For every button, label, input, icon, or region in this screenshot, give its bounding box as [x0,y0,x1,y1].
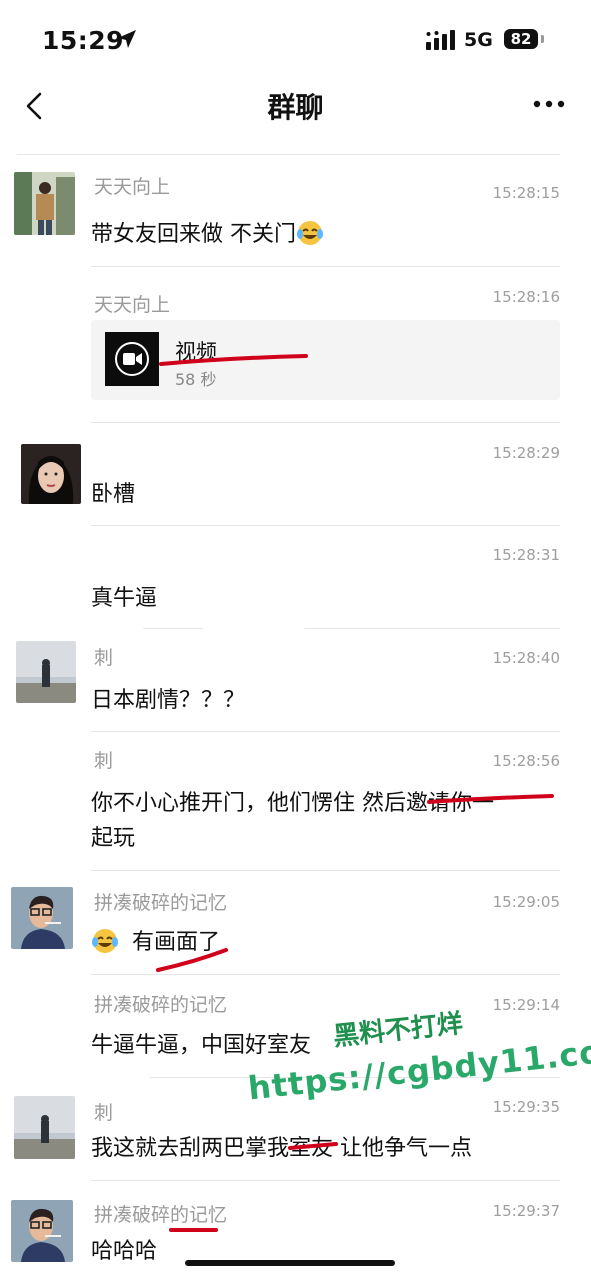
video-message-card[interactable]: 视频 58 秒 [91,320,560,400]
message-text-line: 起玩 [91,826,136,851]
message-time: 15:29:35 [492,1098,560,1116]
message-text: 真牛逼 [91,586,158,611]
message-time: 15:28:16 [492,288,560,306]
message-text: 牛逼牛逼，中国好室友 [91,1033,312,1058]
message-text-line: 你不小心推开门，他们愣住 然后邀请你一 [91,791,494,816]
divider [91,266,560,267]
avatar[interactable] [11,1200,73,1262]
message-time: 15:29:05 [492,893,560,911]
sender-name: 刺 [94,647,114,669]
avatar[interactable] [11,887,73,949]
nav-bar: 群聊 [0,76,591,136]
divider [143,628,203,629]
avatar[interactable] [14,1096,75,1159]
laughing-tears-emoji-icon [91,927,119,955]
laughing-tears-emoji-icon [296,219,324,247]
divider [17,154,560,155]
divider [91,422,560,423]
video-thumbnail [105,332,159,386]
status-bar: 15:29 5G 82 [0,0,591,76]
battery-cap [541,35,544,43]
message-time: 15:29:14 [492,996,560,1014]
divider [305,628,560,629]
avatar[interactable] [16,641,76,703]
video-duration: 58 秒 [175,370,217,389]
message-time: 15:28:29 [492,444,560,462]
message-text: 哈哈哈 [91,1239,158,1264]
cellular-signal-icon [426,30,455,50]
watermark-slogan: 黑料不打烊 [331,1008,465,1053]
message-text: 卧槽 [91,482,136,507]
sender-name: 天天向上 [94,294,171,316]
divider [91,1180,560,1181]
message-time: 15:28:15 [492,184,560,202]
message-text-content: 带女友回来做 不关门 [91,222,296,247]
location-arrow-icon [118,30,136,48]
message-text-content: 有画面了 [132,930,221,955]
message-time: 15:29:37 [492,1202,560,1220]
message-text: 日本剧情？？？ [91,688,246,713]
video-camera-icon [105,332,159,386]
message-time: 15:28:40 [492,649,560,667]
sender-name: 拼凑破碎的记忆 [94,1204,228,1226]
more-options-icon[interactable] [532,97,566,111]
divider [91,974,560,975]
divider [91,525,560,526]
video-title: 视频 [175,340,217,364]
divider [150,1077,560,1078]
avatar[interactable] [14,172,75,235]
message-time: 15:28:56 [492,752,560,770]
divider [91,870,560,871]
status-time: 15:29 [42,26,125,55]
sender-name: 天天向上 [94,176,171,198]
message-text: 我这就去刮两巴掌我室友 让他争气一点 [91,1136,472,1161]
home-indicator[interactable] [185,1260,395,1266]
battery-icon: 82 [504,29,538,49]
divider [91,731,560,732]
network-type: 5G [464,29,493,51]
sender-name: 刺 [94,1102,114,1124]
avatar[interactable] [21,444,81,504]
message-text: 带女友回来做 不关门 [91,216,324,248]
sender-name: 拼凑破碎的记忆 [94,994,228,1016]
sender-name: 拼凑破碎的记忆 [94,892,228,914]
sender-name: 刺 [94,750,114,772]
message-text: 有画面了 [91,924,220,956]
message-time: 15:28:31 [492,546,560,564]
battery-level: 82 [510,30,532,48]
page-title: 群聊 [267,91,324,124]
